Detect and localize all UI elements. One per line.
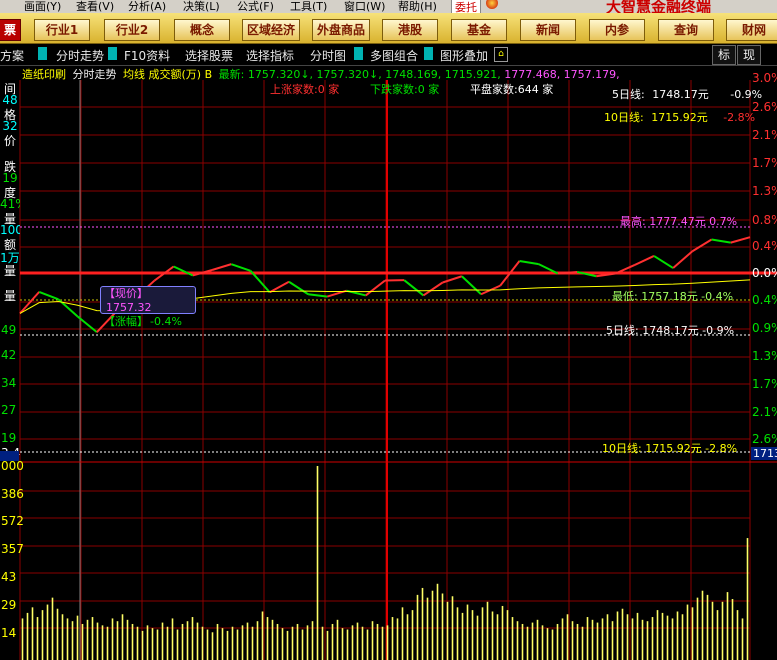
chart-label: 分时走势 xyxy=(72,68,117,81)
price-segment xyxy=(230,263,251,272)
left-price-tick: 27 xyxy=(1,403,16,417)
ma10-label: 10日线: xyxy=(604,111,644,124)
stat-rising: 上涨家数:0 家 xyxy=(270,83,340,96)
left-volume-tick: 357 xyxy=(1,542,24,556)
ma5-label: 5日线: xyxy=(612,88,645,101)
price-segment xyxy=(442,275,463,284)
high-marker: 最高: 1777.47元 0.7% xyxy=(620,215,738,228)
price-segment xyxy=(288,280,309,296)
low-marker: 最低: 1757.18元 -0.4% xyxy=(612,290,734,303)
left-item: 41% xyxy=(0,197,20,211)
tip-price-label: 【现价】 xyxy=(104,287,148,300)
info-line: 造纸印刷 分时走势 均线 成交额(万) B 最新: 1757.320↓, 175… xyxy=(22,66,620,81)
right-pct-tick: 0.4% xyxy=(752,239,777,253)
left-volume-tick: 14 xyxy=(1,626,16,640)
price-segment xyxy=(211,263,232,271)
right-pct-tick: 0.0% xyxy=(752,266,777,280)
left-item: 48 xyxy=(2,93,18,107)
right-pct-tick: 3.0% xyxy=(752,71,777,85)
left-current-badge xyxy=(0,451,19,461)
ma10-box: 10日线: 1715.92元 -2.8% xyxy=(604,109,755,125)
ma5-value: 1748.17元 xyxy=(652,88,709,101)
left-price-tick: 34 xyxy=(1,376,16,390)
tip-price-value: 1757.32 xyxy=(106,301,152,314)
price-segment xyxy=(422,281,444,297)
latest-values: 1757.320↓, 1757.320↓, 1748.169, 1715.921… xyxy=(247,68,501,81)
price-segment xyxy=(38,290,59,301)
price-segment xyxy=(691,238,713,253)
right-pct-tick: 2.6% xyxy=(752,432,777,446)
indicator-list: 均线 成交额(万) B xyxy=(123,68,213,81)
left-item: 32 xyxy=(2,119,18,133)
right-volume-label: 1713 xyxy=(753,447,777,460)
price-segment xyxy=(19,291,40,315)
right-pct-tick: 0.4% xyxy=(752,293,777,307)
right-pct-tick: 2.1% xyxy=(752,128,777,142)
price-segment xyxy=(711,238,731,244)
tip-change-value: -0.4% xyxy=(150,315,182,328)
right-pct-tick: 0.8% xyxy=(752,213,777,227)
left-volume-tick: 572 xyxy=(1,514,24,528)
stat-flat: 平盘家数:644 家 xyxy=(470,83,554,96)
price-tooltip: 【现价】1757.32 【涨幅】 -0.4% xyxy=(100,286,196,328)
price-segment xyxy=(519,260,539,266)
ma5-box: 5日线: 1748.17元 -0.9% xyxy=(612,86,762,102)
ma10-marker: 10日线: 1715.92元 -2.8% xyxy=(602,442,738,455)
price-segment xyxy=(308,293,328,298)
right-pct-tick: 2.6% xyxy=(752,100,777,114)
price-segment xyxy=(634,255,655,266)
price-segment xyxy=(730,236,751,244)
left-item: 100 xyxy=(0,223,20,237)
latest-label: 最新: xyxy=(218,68,245,81)
right-pct-tick: 1.3% xyxy=(752,349,777,363)
purple-values: 1777.468, 1757.179, xyxy=(504,68,620,81)
price-segment xyxy=(365,279,386,297)
right-pct-tick: 1.7% xyxy=(752,377,777,391)
ma10-value: 1715.92元 xyxy=(651,111,708,124)
stat-falling: 下跌家数:0 家 xyxy=(370,83,440,96)
right-pct-tick: 1.3% xyxy=(752,184,777,198)
left-volume-tick: 386 xyxy=(1,487,24,501)
price-segment xyxy=(672,250,694,269)
right-pct-tick: 1.7% xyxy=(752,156,777,170)
right-pct-tick: 0.9% xyxy=(752,321,777,335)
left-item: 量 xyxy=(3,264,16,278)
tip-change-label: 【涨幅】 xyxy=(104,315,148,328)
price-segment xyxy=(653,255,674,269)
left-price-tick: 42 xyxy=(1,348,16,362)
left-price-tick: 49 xyxy=(1,323,16,337)
ma10-pct: -2.8% xyxy=(723,111,756,124)
price-segment xyxy=(461,275,482,295)
left-volume-tick: 43 xyxy=(1,570,16,584)
left-price-tick: 19 xyxy=(1,431,16,445)
price-segment xyxy=(403,279,425,297)
index-name: 造纸印刷 xyxy=(22,68,66,81)
ma5-marker: 5日线: 1748.17元 -0.9% xyxy=(606,324,735,337)
right-pct-tick: 2.1% xyxy=(752,405,777,419)
left-volume-tick: 000 xyxy=(1,459,24,473)
left-item: 19 xyxy=(2,171,18,185)
left-item: 价 xyxy=(3,134,16,148)
left-item: 量 xyxy=(3,289,16,303)
ma5-pct: -0.9% xyxy=(730,88,763,101)
left-volume-tick: 29 xyxy=(1,598,16,612)
